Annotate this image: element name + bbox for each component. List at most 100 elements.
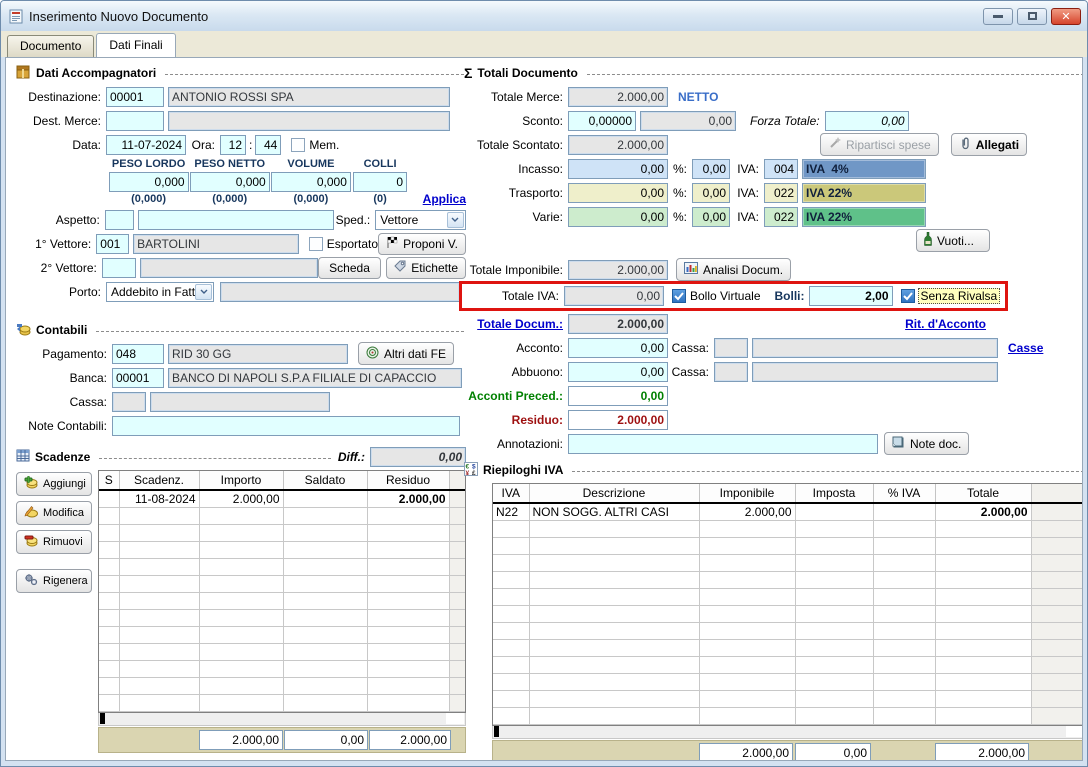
volume-field[interactable]: 0,000 <box>271 172 351 192</box>
pagamento-code-field[interactable]: 048 <box>112 344 164 364</box>
volume-label: VOLUME <box>287 158 334 172</box>
table-row[interactable]: N22 NON SOGG. ALTRI CASI 2.000,00 2.000,… <box>493 503 1083 520</box>
app-window: Inserimento Nuovo Documento ✕ Documento … <box>0 0 1088 767</box>
col-header[interactable]: Descrizione <box>529 484 699 503</box>
col-header[interactable]: S <box>99 471 119 490</box>
col-header[interactable]: Totale <box>935 484 1031 503</box>
chevron-down-icon[interactable] <box>447 212 464 228</box>
peso-lordo-field[interactable]: 0,000 <box>109 172 189 192</box>
abbuono-field[interactable]: 0,00 <box>568 362 668 382</box>
tab-documento[interactable]: Documento <box>7 35 94 57</box>
ora-hh-field[interactable]: 12 <box>220 135 246 155</box>
close-button[interactable]: ✕ <box>1051 8 1081 25</box>
horizontal-scrollbar[interactable] <box>98 713 466 726</box>
vuoti-button[interactable]: Vuoti... <box>916 229 990 252</box>
bolli-field[interactable]: 2,00 <box>809 286 893 306</box>
casse-link[interactable]: Casse <box>1008 341 1043 355</box>
destinazione-code-field[interactable]: 00001 <box>106 87 164 107</box>
col-header[interactable]: Saldato <box>283 471 367 490</box>
incasso-iva-code-field[interactable]: 004 <box>764 159 798 179</box>
data-field[interactable]: 11-07-2024 <box>106 135 186 155</box>
horizontal-scrollbar[interactable] <box>492 726 1083 739</box>
col-header[interactable]: Imponibile <box>699 484 795 503</box>
sped-dropdown[interactable]: Vettore <box>375 210 466 230</box>
tab-dati-finali[interactable]: Dati Finali <box>96 33 175 57</box>
col-header[interactable]: Imposta <box>795 484 873 503</box>
section-contabili: Contabili <box>16 321 466 339</box>
forza-totale-field[interactable]: 0,00 <box>825 111 909 131</box>
col-header[interactable]: Residuo <box>367 471 449 490</box>
col-header[interactable]: Importo <box>199 471 283 490</box>
porto-dropdown[interactable]: Addebito in Fatt. <box>106 282 214 302</box>
peso-netto-label: PESO NETTO <box>194 158 265 172</box>
destinazione-label: Destinazione: <box>16 90 106 104</box>
trasporto-iva-code-field[interactable]: 022 <box>764 183 798 203</box>
modifica-button[interactable]: Modifica <box>16 501 92 525</box>
dest-merce-label: Dest. Merce: <box>16 114 106 128</box>
peso-netto-field[interactable]: 0,000 <box>190 172 270 192</box>
mem-checkbox[interactable] <box>291 138 305 152</box>
varie-iva-code-field[interactable]: 022 <box>764 207 798 227</box>
incasso-pct-field[interactable]: 0,00 <box>692 159 730 179</box>
bollo-virtuale-checkbox[interactable] <box>672 289 686 303</box>
senza-rivalsa-checkbox[interactable] <box>901 289 915 303</box>
totale-iva-field: 0,00 <box>564 286 664 306</box>
trasporto-field[interactable]: 0,00 <box>568 183 668 203</box>
rit-acconto-link[interactable]: Rit. d'Acconto <box>905 317 986 331</box>
scheda-button[interactable]: Scheda <box>318 257 382 279</box>
totale-docum-link[interactable]: Totale Docum.: <box>464 317 568 331</box>
col-header[interactable]: Scadenz. <box>119 471 199 490</box>
sconto-pct-field[interactable]: 0,00000 <box>568 111 636 131</box>
altri-dati-fe-button[interactable]: Altri dati FE <box>358 342 454 365</box>
acconto-field[interactable]: 0,00 <box>568 338 668 358</box>
vettore2-code-field[interactable] <box>102 258 137 278</box>
ripartisci-spese-button[interactable]: Ripartisci spese <box>820 133 939 156</box>
diff-field: 0,00 <box>370 447 466 467</box>
dest-merce-name-field <box>168 111 450 131</box>
allegati-button[interactable]: Allegati <box>951 133 1027 156</box>
annotazioni-field[interactable] <box>568 434 878 454</box>
aggiungi-button[interactable]: Aggiungi <box>16 472 92 496</box>
section-scadenze: Scadenze Diff.: 0,00 <box>16 448 466 466</box>
proponi-v-button[interactable]: Proponi V. <box>378 233 466 255</box>
bottle-icon <box>924 232 932 249</box>
colli-field[interactable]: 0 <box>353 172 407 192</box>
analisi-docum-button[interactable]: Analisi Docum. <box>676 258 791 281</box>
col-header[interactable]: % IVA <box>873 484 935 503</box>
banca-name-field: BANCO DI NAPOLI S.P.A FILIALE DI CAPACCI… <box>168 368 462 388</box>
rimuovi-button[interactable]: Rimuovi <box>16 530 92 554</box>
scroll-thumb[interactable] <box>100 713 105 724</box>
esportato-label: Esportato <box>327 237 378 251</box>
varie-pct-field[interactable]: 0,00 <box>692 207 730 227</box>
sconto-label: Sconto: <box>464 114 568 128</box>
table-icon <box>16 449 30 465</box>
ora-mm-field[interactable]: 44 <box>255 135 281 155</box>
aspetto-desc-field[interactable] <box>138 210 333 230</box>
dest-merce-code-field[interactable] <box>106 111 164 131</box>
scrollbar-track[interactable] <box>449 471 465 490</box>
maximize-button[interactable] <box>1017 8 1047 25</box>
cassa-label: Cassa: <box>668 341 714 355</box>
riepiloghi-totals: 2.000,00 0,00 2.000,00 <box>492 740 1083 762</box>
rigenera-button[interactable]: Rigenera <box>16 569 92 593</box>
etichette-button[interactable]: Etichette <box>386 257 466 279</box>
note-contabili-field[interactable] <box>112 416 460 436</box>
scrollbar-track[interactable] <box>1031 484 1083 503</box>
varie-field[interactable]: 0,00 <box>568 207 668 227</box>
chevron-down-icon[interactable] <box>195 284 212 300</box>
col-header[interactable]: IVA <box>493 484 529 503</box>
applica-link[interactable]: Applica <box>423 192 466 206</box>
incasso-field[interactable]: 0,00 <box>568 159 668 179</box>
scadenze-totals: 2.000,00 0,00 2.000,00 <box>98 727 466 753</box>
edit-coin-icon <box>24 505 38 521</box>
note-doc-button[interactable]: Note doc. <box>884 432 969 455</box>
emblem-icon <box>366 346 379 362</box>
minimize-button[interactable] <box>983 8 1013 25</box>
vettore1-code-field[interactable]: 001 <box>96 234 129 254</box>
aspetto-code-field[interactable] <box>105 210 135 230</box>
esportato-checkbox[interactable] <box>309 237 323 251</box>
table-row[interactable]: 11-08-2024 2.000,00 2.000,00 <box>99 490 465 507</box>
trasporto-pct-field[interactable]: 0,00 <box>692 183 730 203</box>
scroll-thumb[interactable] <box>494 726 499 737</box>
banca-code-field[interactable]: 00001 <box>112 368 164 388</box>
